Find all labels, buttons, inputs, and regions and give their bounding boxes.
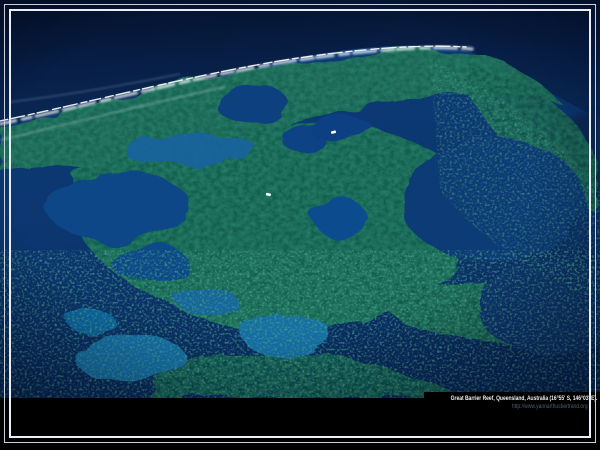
caption-location-text: Great Barrier Reef, Queensland, Australi… xyxy=(450,395,597,402)
reef-photo-art xyxy=(0,0,600,398)
wallpaper-canvas: Great Barrier Reef, Queensland, Australi… xyxy=(0,0,600,450)
photo-caption: Great Barrier Reef, Queensland, Australi… xyxy=(424,392,600,416)
reef-photo xyxy=(0,0,600,398)
caption-url-text: http://www.yannarthusbertrand.org xyxy=(512,403,588,410)
